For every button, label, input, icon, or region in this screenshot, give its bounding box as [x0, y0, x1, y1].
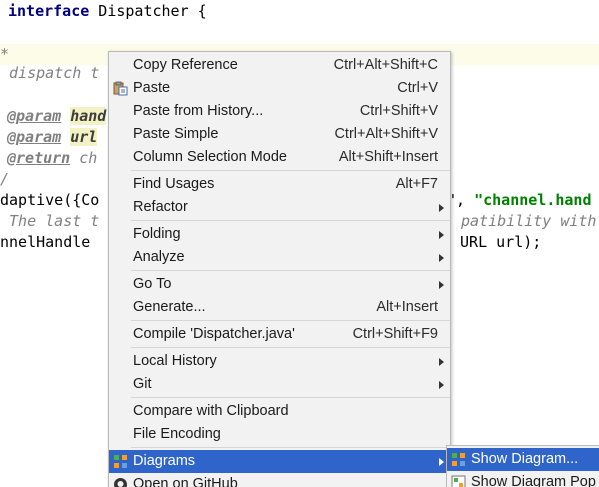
diagram-popup-icon	[451, 475, 466, 487]
menu-separator	[131, 320, 450, 321]
javadoc-return-tag: @return	[7, 149, 71, 167]
menu-item-label: Column Selection Mode	[133, 149, 287, 165]
diagrams-submenu: Show Diagram... Show Diagram Pop	[446, 445, 599, 487]
menu-item-file-encoding[interactable]: File Encoding	[109, 423, 450, 446]
menu-item-shortcut: Alt+F7	[395, 176, 438, 192]
menu-item-label: Refactor	[133, 199, 188, 215]
menu-item-label: Diagrams	[133, 453, 196, 469]
menu-item-label: Folding	[133, 226, 181, 242]
menu-item-label: Local History	[133, 353, 217, 369]
menu-item-paste-from-history[interactable]: Paste from History... Ctrl+Shift+V	[109, 100, 450, 123]
menu-item-go-to[interactable]: Go To	[109, 273, 450, 296]
param-name: hand	[70, 107, 107, 125]
code-line-param-1: @param hand	[7, 106, 107, 127]
menu-item-label: Paste Simple	[133, 126, 219, 142]
submenu-arrow-icon	[439, 254, 444, 262]
code-line-doc-dispatch: dispatch t	[0, 64, 100, 82]
diagram-icon	[452, 453, 465, 466]
menu-item-analyze[interactable]: Analyze	[109, 246, 450, 269]
menu-item-label: Compare with Clipboard	[133, 403, 289, 419]
code-line-comment-tail: patibility with	[461, 212, 597, 230]
menu-item-shortcut: Ctrl+Shift+F9	[352, 326, 438, 342]
menu-item-label: Find Usages	[133, 176, 215, 192]
code-text: ",	[447, 191, 475, 209]
code-line-method: nnelHandle	[0, 233, 91, 251]
code-line-adaptive-tail: ", "channel.hand	[447, 190, 592, 211]
menu-item-show-diagram-popup[interactable]: Show Diagram Pop	[447, 471, 599, 487]
menu-item-local-history[interactable]: Local History	[109, 350, 450, 373]
menu-item-shortcut: Alt+Insert	[376, 299, 438, 315]
menu-item-label: Paste	[133, 80, 171, 96]
keyword-interface: interface	[8, 2, 90, 20]
menu-item-label: Show Diagram Pop	[471, 474, 596, 487]
code-line-return: @return ch	[7, 148, 97, 169]
menu-item-label: Copy Reference	[133, 57, 238, 73]
javadoc-param-tag: @param	[7, 107, 62, 125]
menu-item-git[interactable]: Git	[109, 373, 450, 396]
submenu-arrow-icon	[439, 204, 444, 212]
code-line-param-2: @param url	[7, 127, 98, 148]
string-literal: "channel.hand	[474, 191, 592, 209]
code-text: Dispatcher {	[89, 2, 207, 20]
code-line-method-tail: URL url);	[451, 233, 542, 251]
menu-item-compile[interactable]: Compile 'Dispatcher.java' Ctrl+Shift+F9	[109, 323, 450, 346]
menu-separator	[131, 397, 450, 398]
menu-item-shortcut: Alt+Shift+Insert	[338, 149, 438, 165]
code-line-doc-end: /	[0, 170, 10, 188]
menu-item-paste[interactable]: Paste Ctrl+V	[109, 77, 450, 100]
code-line-adaptive: daptive({Co	[0, 190, 99, 211]
menu-separator	[131, 347, 450, 348]
menu-separator	[131, 447, 450, 448]
menu-separator	[131, 270, 450, 271]
paste-icon	[113, 81, 128, 96]
menu-item-refactor[interactable]: Refactor	[109, 196, 450, 219]
menu-item-find-usages[interactable]: Find Usages Alt+F7	[109, 173, 450, 196]
menu-item-label: Paste from History...	[133, 103, 264, 119]
menu-item-shortcut: Ctrl+Shift+V	[359, 103, 438, 119]
menu-item-label: File Encoding	[133, 426, 221, 442]
menu-item-compare-with-clipboard[interactable]: Compare with Clipboard	[109, 400, 450, 423]
submenu-arrow-icon	[439, 458, 444, 466]
menu-item-label: Git	[133, 376, 152, 392]
submenu-arrow-icon	[439, 281, 444, 289]
menu-item-shortcut: Ctrl+Alt+Shift+V	[334, 126, 438, 142]
menu-separator	[131, 170, 450, 171]
editor-context-menu: Copy Reference Ctrl+Alt+Shift+C Paste Ct…	[108, 51, 451, 487]
code-line-comment: The last t	[0, 212, 100, 230]
menu-item-label: Generate...	[133, 299, 206, 315]
menu-item-generate[interactable]: Generate... Alt+Insert	[109, 296, 450, 319]
menu-item-column-selection-mode[interactable]: Column Selection Mode Alt+Shift+Insert	[109, 146, 450, 169]
menu-item-paste-simple[interactable]: Paste Simple Ctrl+Alt+Shift+V	[109, 123, 450, 146]
menu-item-show-diagram[interactable]: Show Diagram...	[447, 448, 599, 471]
code-line-doc-start: *	[0, 45, 10, 63]
menu-item-label: Analyze	[133, 249, 185, 265]
menu-item-label: Compile 'Dispatcher.java'	[133, 326, 295, 342]
submenu-arrow-icon	[439, 358, 444, 366]
menu-item-label: Open on GitHub	[133, 476, 238, 487]
menu-item-label: Show Diagram...	[471, 451, 579, 467]
menu-item-folding[interactable]: Folding	[109, 223, 450, 246]
code-text: ch	[70, 149, 98, 167]
menu-item-diagrams[interactable]: Diagrams	[109, 450, 450, 473]
menu-separator	[131, 220, 450, 221]
code-line-interface: interface Dispatcher {	[8, 1, 207, 22]
menu-item-copy-reference[interactable]: Copy Reference Ctrl+Alt+Shift+C	[109, 54, 450, 77]
javadoc-param-tag: @param	[7, 128, 62, 146]
menu-item-open-on-github[interactable]: Open on GitHub	[109, 473, 450, 487]
github-icon	[114, 478, 127, 487]
code-text: daptive({Co	[0, 191, 100, 209]
submenu-arrow-icon	[439, 231, 444, 239]
menu-item-label: Go To	[133, 276, 172, 292]
param-name: url	[70, 128, 98, 146]
menu-item-shortcut: Ctrl+V	[397, 80, 438, 96]
diagram-icon	[114, 455, 127, 468]
submenu-arrow-icon	[439, 381, 444, 389]
menu-item-shortcut: Ctrl+Alt+Shift+C	[333, 57, 438, 73]
